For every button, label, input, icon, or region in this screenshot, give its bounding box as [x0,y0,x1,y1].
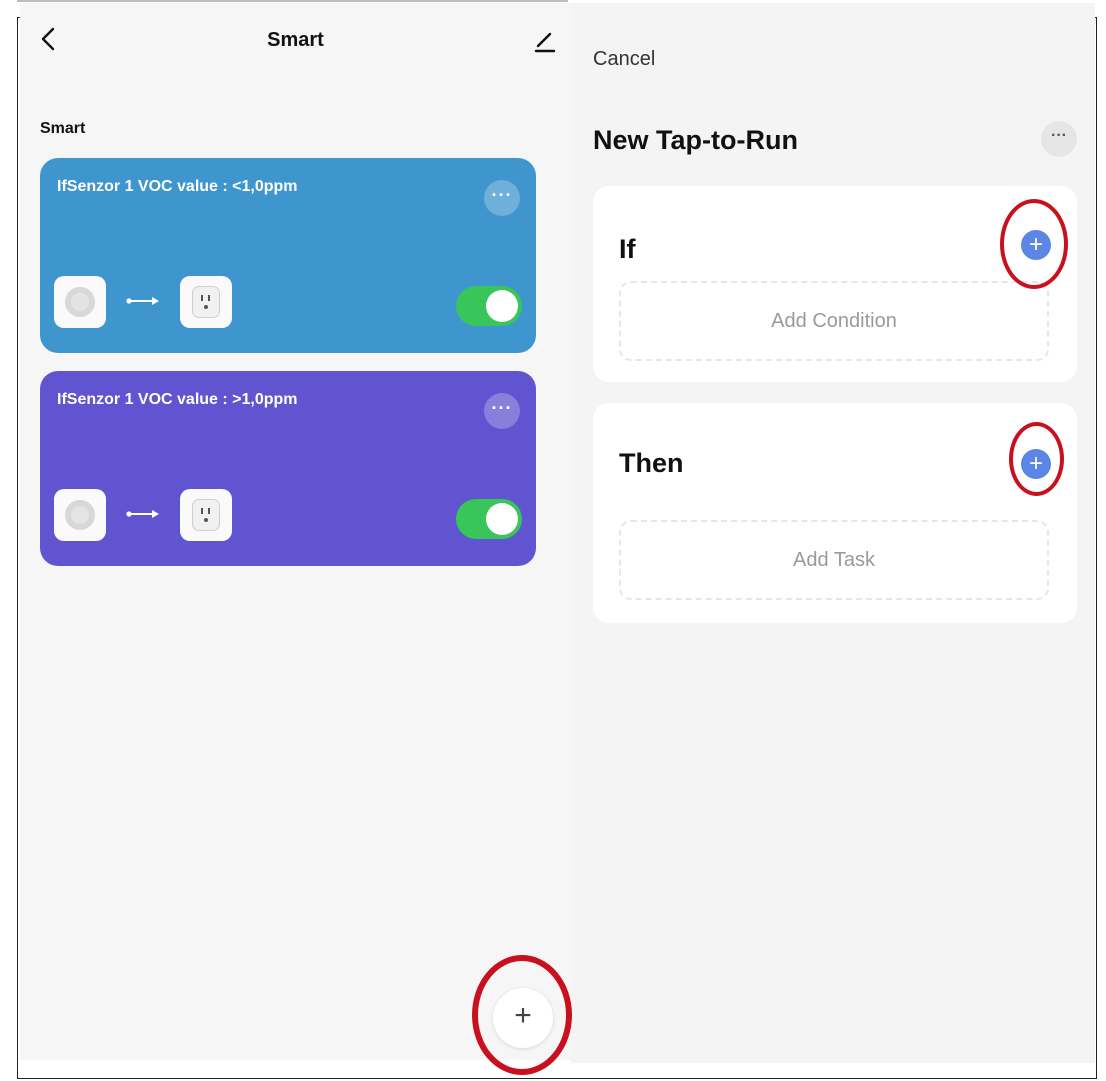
pencil-icon[interactable] [533,29,557,53]
sensor-icon [54,489,106,541]
smart-plug-icon [180,489,232,541]
arrow-right-icon [126,510,159,518]
add-task-icon[interactable]: + [1021,449,1051,479]
scene-enable-toggle[interactable] [456,499,522,539]
scene-card[interactable]: IfSenzor 1 VOC value : <1,0ppm ··· [40,158,536,353]
top-divider [17,0,568,2]
scene-card[interactable]: IfSenzor 1 VOC value : >1,0ppm ··· [40,371,536,566]
smart-plug-icon [180,276,232,328]
add-condition-button[interactable]: Add Condition [619,281,1049,361]
add-condition-icon[interactable]: + [1021,230,1051,260]
then-heading: Then [619,448,684,478]
then-section-card: Then + Add Task [593,403,1077,623]
section-label: Smart [40,120,86,137]
smart-header: Smart [20,3,571,81]
cancel-button[interactable]: Cancel [593,48,655,71]
new-tap-to-run-screen: Cancel New Tap-to-Run ··· If + Add Condi… [571,3,1095,1063]
if-heading: If [619,234,636,264]
add-task-button[interactable]: Add Task [619,520,1049,600]
smart-scenes-screen: Smart Smart IfSenzor 1 VOC value : <1,0p… [20,3,571,1060]
arrow-right-icon [126,297,159,305]
add-scene-button[interactable]: + [493,988,553,1048]
scene-enable-toggle[interactable] [456,286,522,326]
page-title: New Tap-to-Run [593,125,798,155]
scene-title: IfSenzor 1 VOC value : <1,0ppm [57,178,298,195]
page-title: Smart [267,29,324,51]
more-options-button[interactable]: ··· [484,180,520,216]
more-options-button[interactable]: ··· [484,393,520,429]
sensor-icon [54,276,106,328]
scene-title: IfSenzor 1 VOC value : >1,0ppm [57,391,298,408]
if-section-card: If + Add Condition [593,186,1077,382]
more-options-button[interactable]: ··· [1041,121,1077,157]
